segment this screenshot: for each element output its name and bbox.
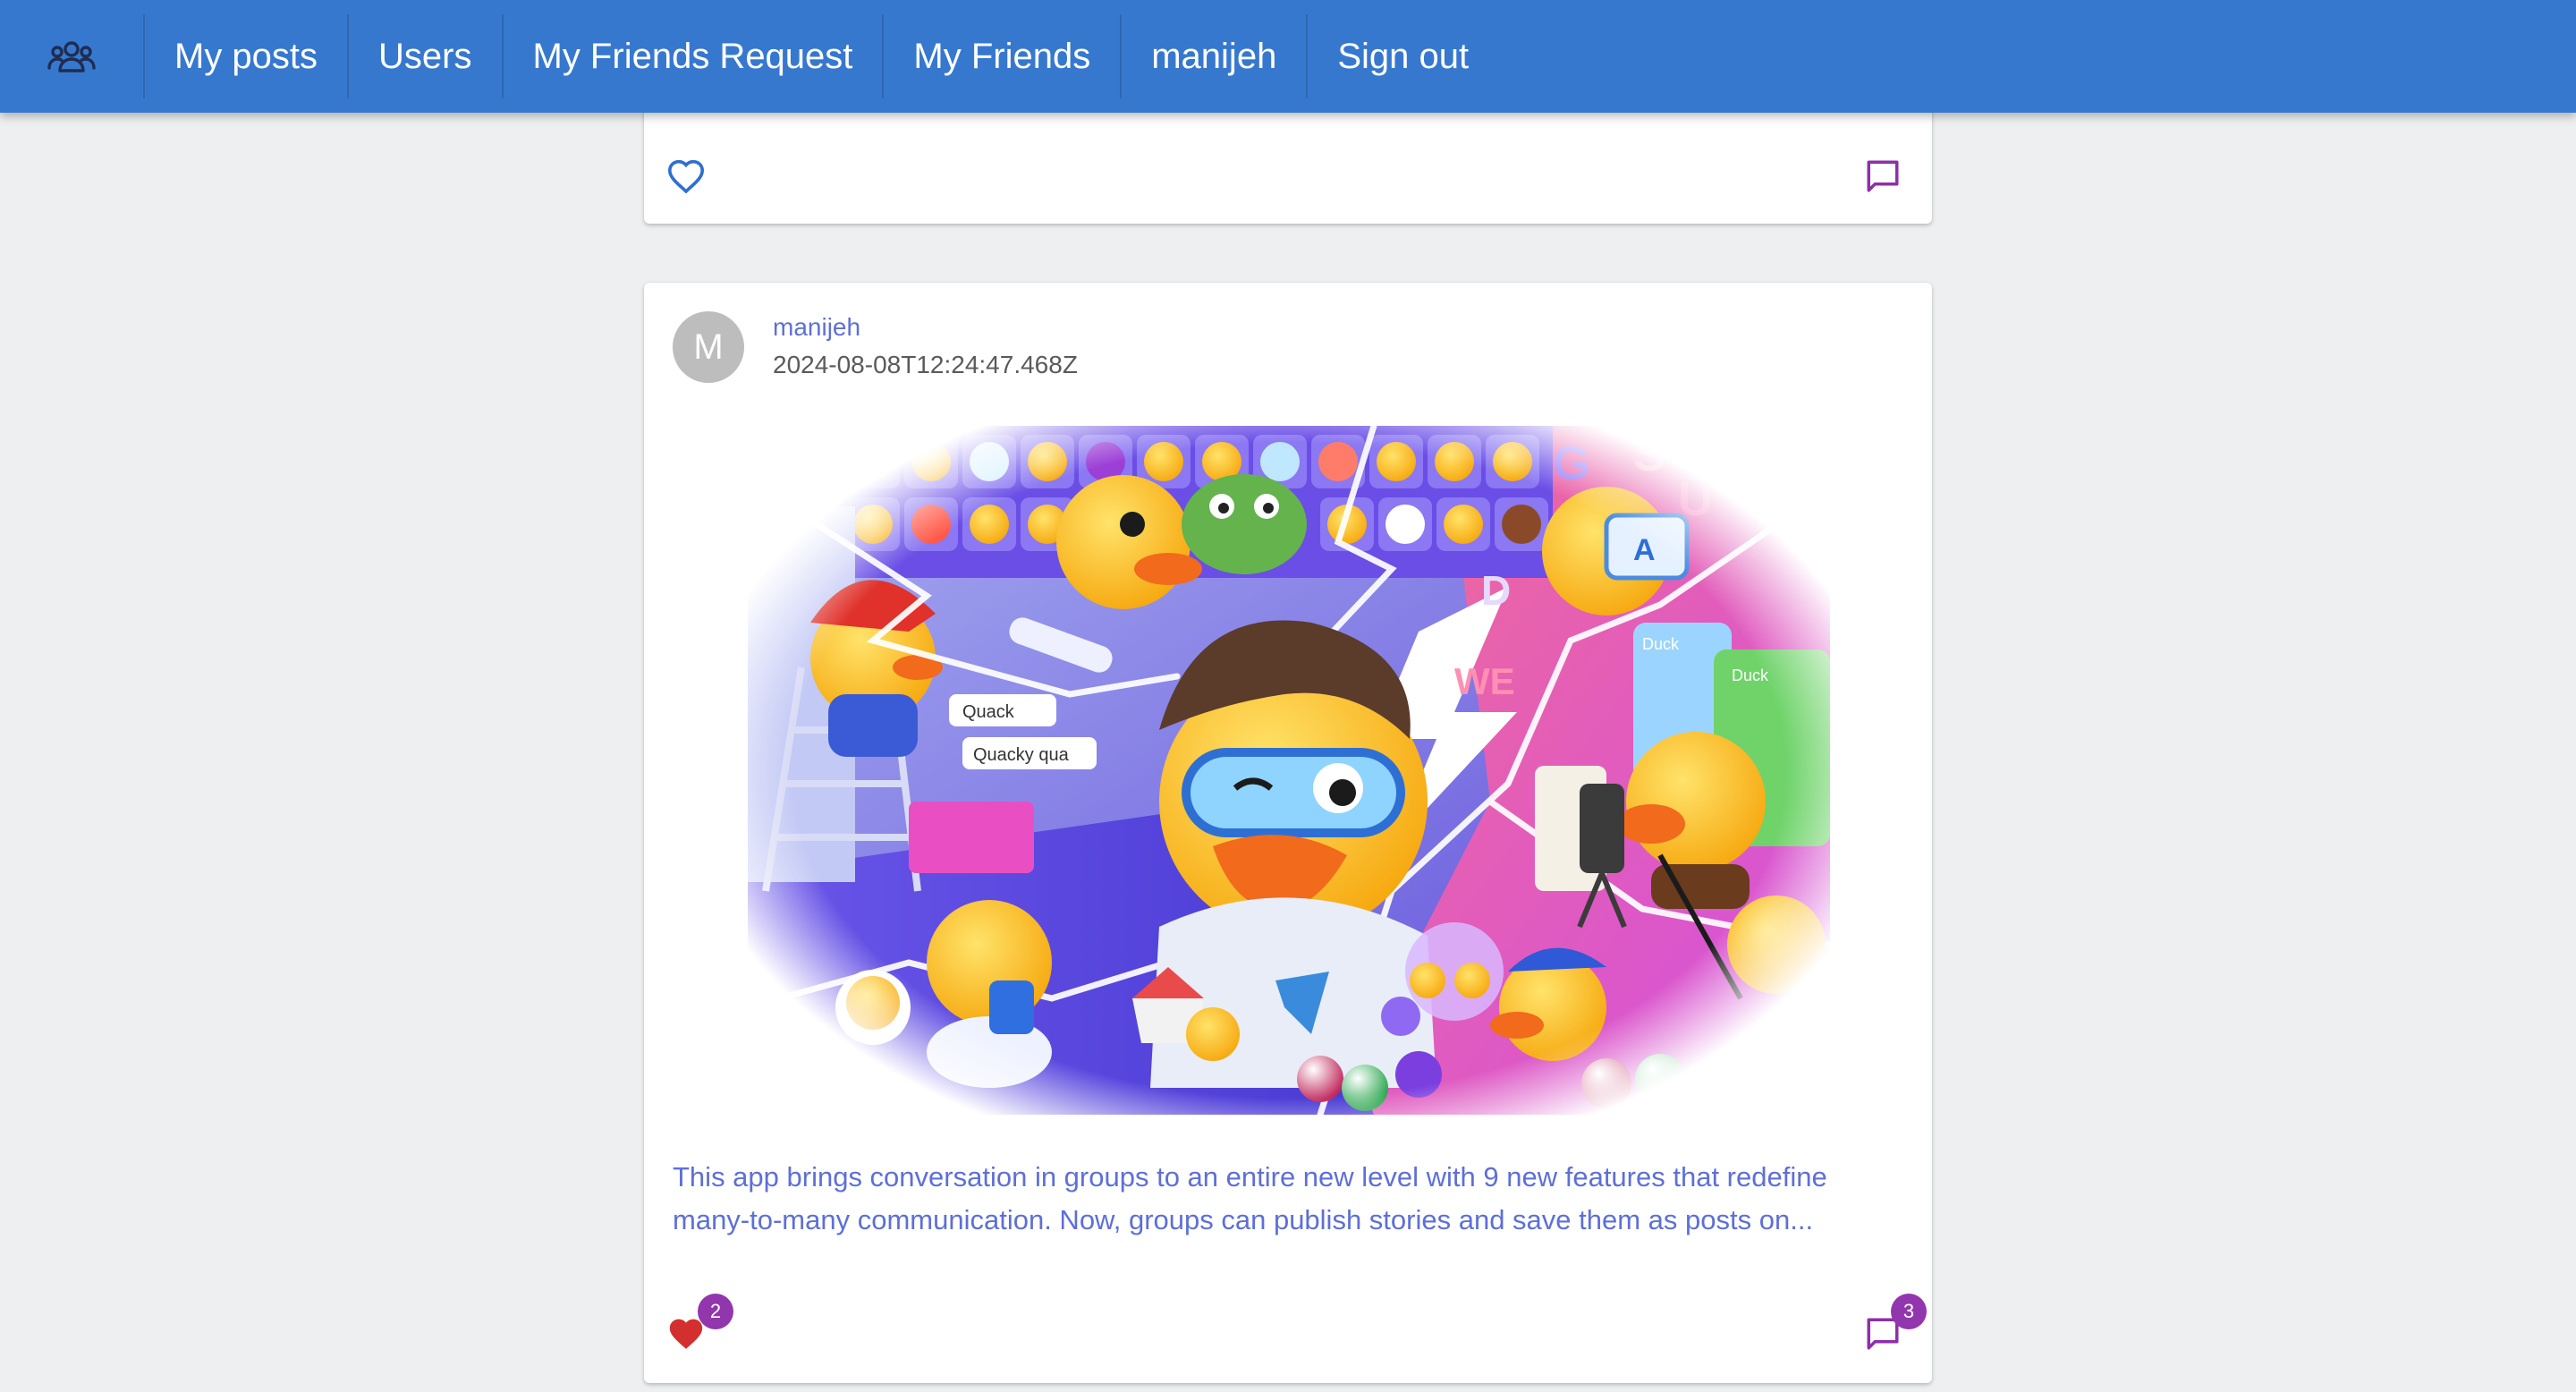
post-card: M manijeh 2024-08-08T12:24:47.468Z Quack…	[644, 283, 1932, 1383]
previous-post-card	[644, 98, 1932, 224]
avatar[interactable]: M	[673, 311, 744, 383]
image-text-quack: Quack	[962, 702, 1015, 722]
nav-my-friends[interactable]: My Friends	[882, 14, 1120, 98]
post-author-link[interactable]: manijeh	[773, 313, 860, 342]
post-text-line-2: many-to-many communication. Now, groups …	[673, 1204, 1814, 1235]
post-date: 2024-08-08T12:24:47.468Z	[773, 351, 1078, 378]
nav-profile-manijeh[interactable]: manijeh	[1120, 14, 1306, 98]
likes-count-badge: 2	[698, 1294, 733, 1329]
nav-my-posts[interactable]: My posts	[143, 14, 347, 98]
post-text[interactable]: This app brings conversation in groups t…	[673, 1156, 1903, 1242]
nav-my-friends-request[interactable]: My Friends Request	[501, 14, 883, 98]
nav-users[interactable]: Users	[347, 14, 501, 98]
image-text-a: A	[1633, 533, 1656, 567]
comment-icon[interactable]	[1852, 145, 1914, 208]
image-text-duck-1: Duck	[1642, 635, 1680, 653]
heart-outline-icon[interactable]	[655, 145, 717, 208]
people-group-icon[interactable]	[0, 0, 143, 113]
image-text-duck-2: Duck	[1732, 666, 1769, 684]
comments-count-badge: 3	[1891, 1294, 1927, 1329]
svg-text:WE: WE	[1454, 660, 1515, 702]
post-image[interactable]: Quack Quacky qua G S U D WE A Duck Duck	[748, 426, 1830, 1115]
nav-sign-out[interactable]: Sign out	[1306, 14, 1498, 98]
svg-text:G: G	[1553, 437, 1590, 490]
post-text-line-1: This app brings conversation in groups t…	[673, 1161, 1827, 1193]
svg-text:D: D	[1481, 567, 1511, 614]
svg-text:S: S	[1633, 428, 1665, 481]
image-text-quacky-qua: Quacky qua	[973, 745, 1070, 765]
top-app-bar: My posts Users My Friends Request My Fri…	[0, 0, 2576, 113]
